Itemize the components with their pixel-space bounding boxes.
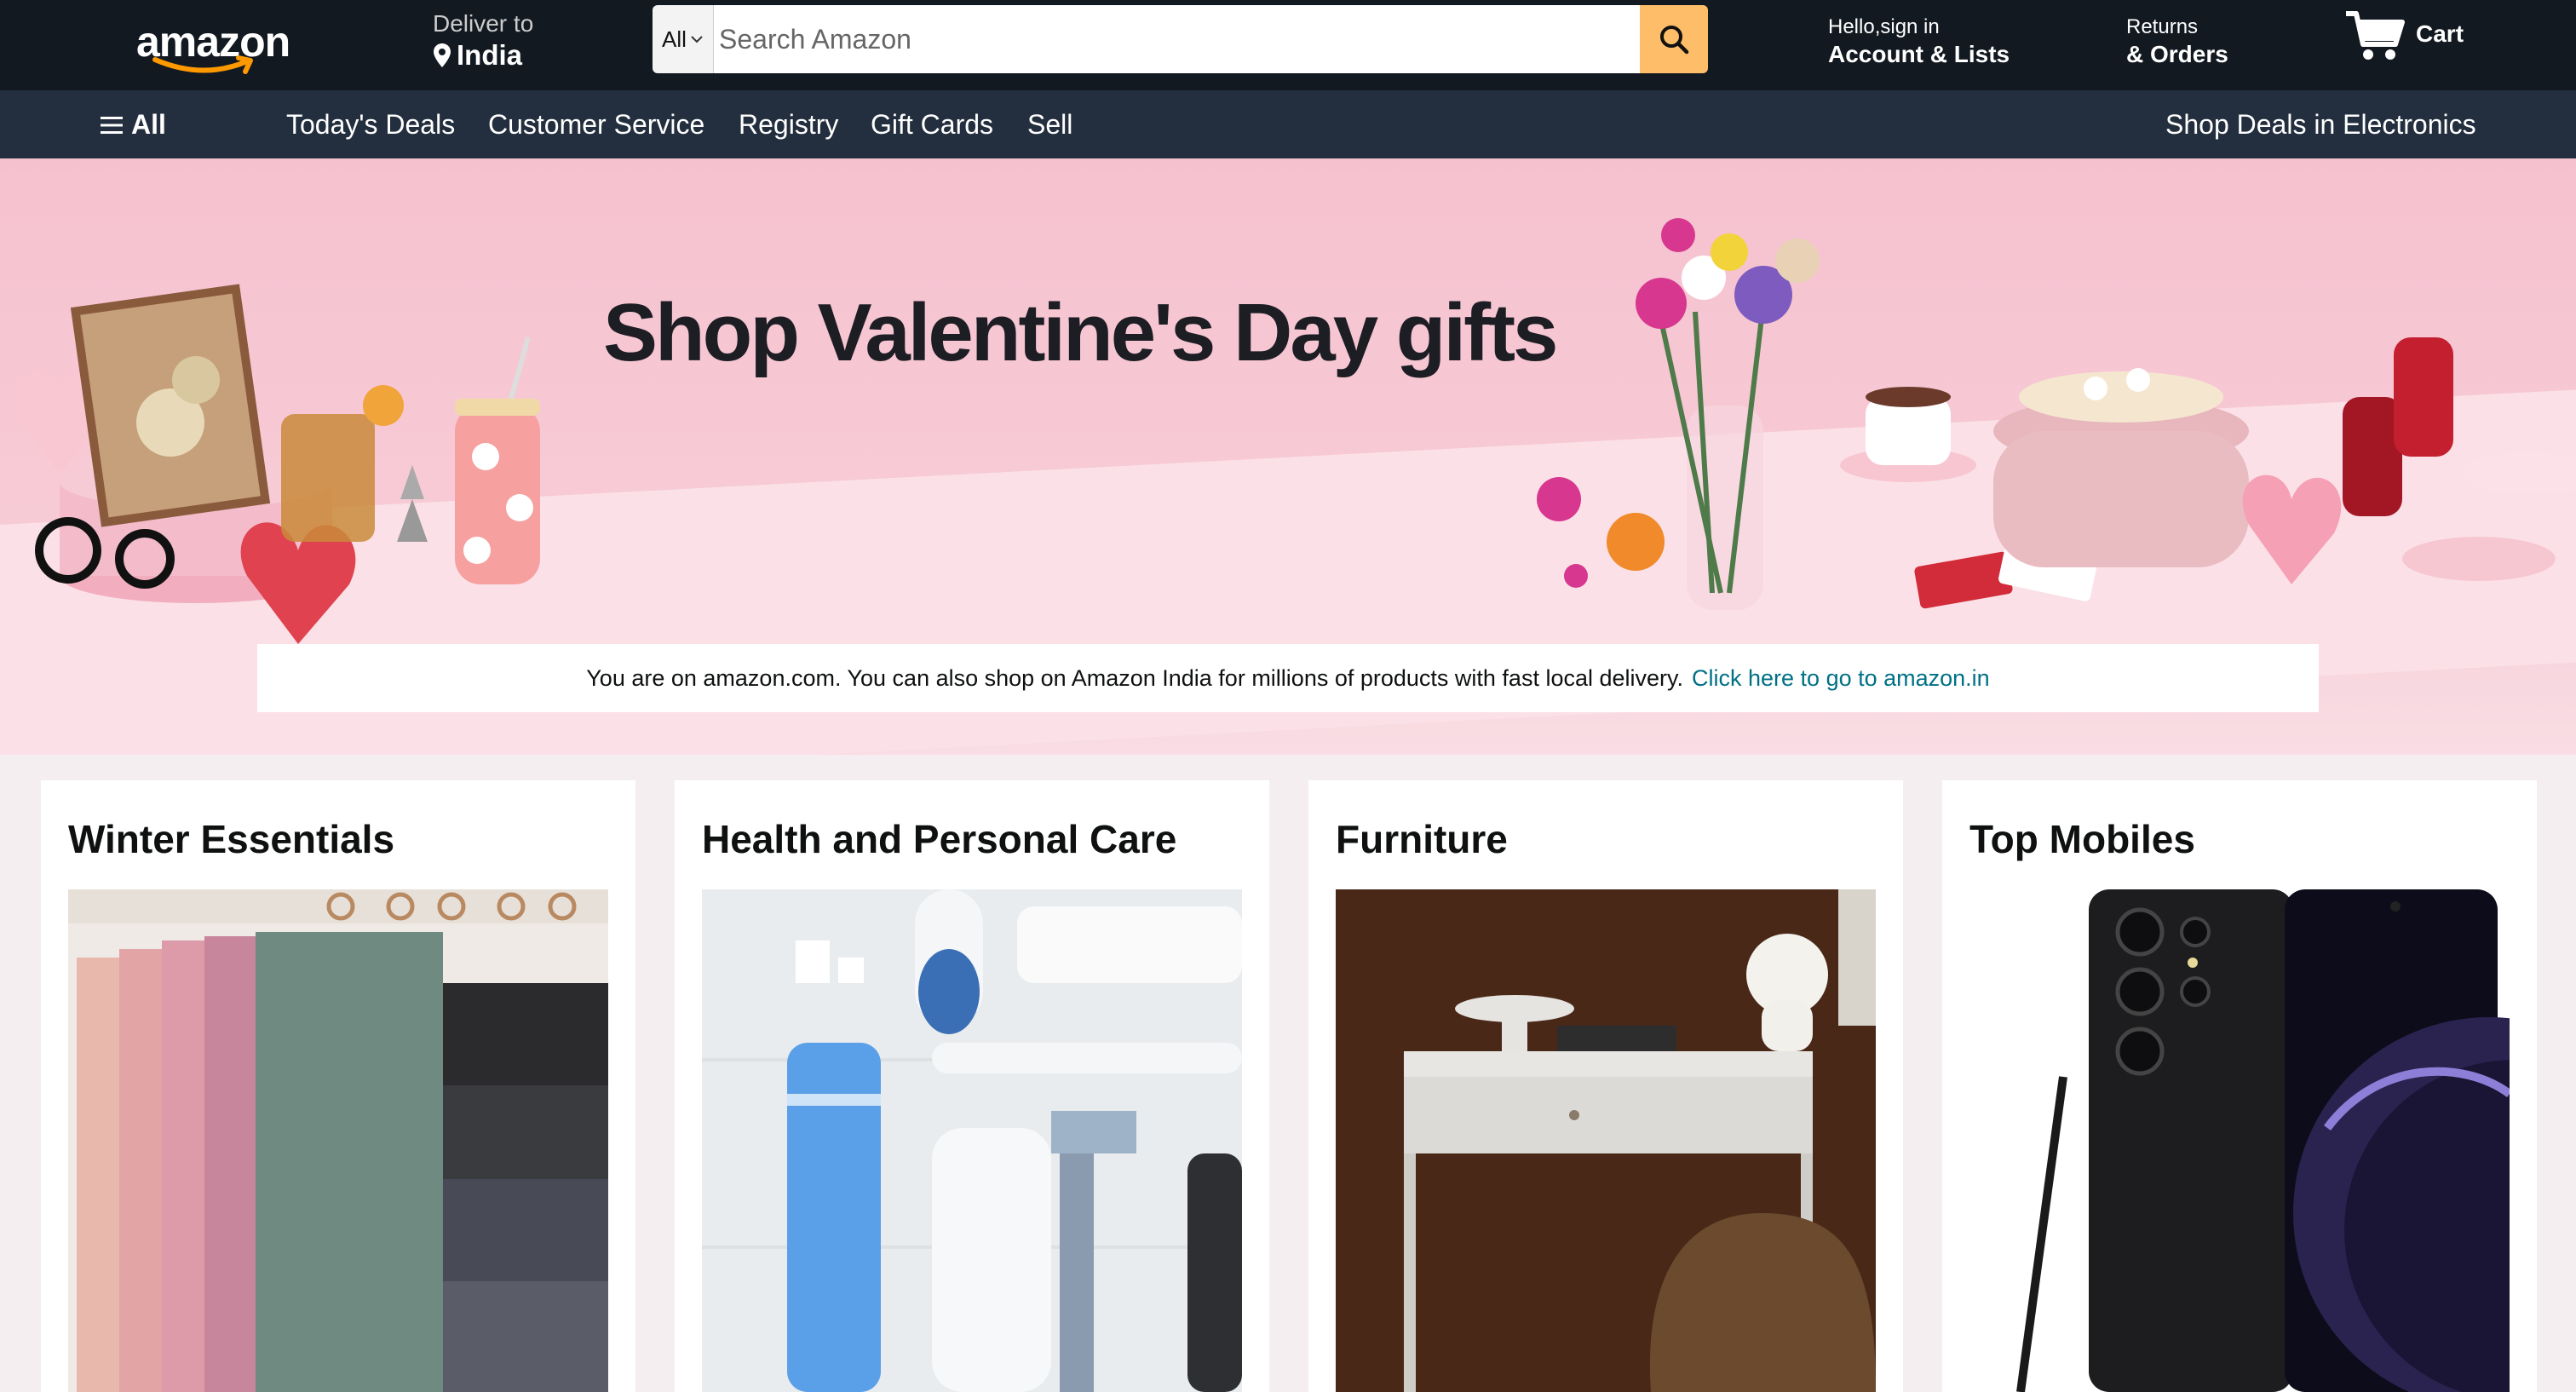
hamburger-icon — [101, 116, 123, 134]
location-pin-icon — [434, 43, 451, 67]
card-image[interactable] — [702, 889, 1242, 1392]
nav-gift-cards[interactable]: Gift Cards — [871, 109, 993, 141]
card-image[interactable] — [1336, 889, 1876, 1392]
returns-orders[interactable]: Returns & Orders — [2126, 15, 2228, 68]
search-input[interactable] — [714, 5, 1640, 73]
nav-sell[interactable]: Sell — [1027, 109, 1072, 141]
search-button[interactable] — [1640, 5, 1708, 73]
search-category-dropdown[interactable]: All — [653, 5, 714, 73]
account-greeting: Hello,sign in — [1828, 15, 1940, 38]
card-title: Winter Essentials — [68, 817, 395, 861]
search-category-label: All — [662, 26, 687, 52]
deliver-label: Deliver to — [433, 10, 534, 37]
nav-todays-deals[interactable]: Today's Deals — [286, 109, 455, 141]
returns-top: Returns — [2126, 15, 2199, 38]
cart-label: Cart — [2416, 20, 2464, 47]
nav-registry[interactable]: Registry — [739, 109, 838, 141]
hero-right-illustration — [1537, 218, 2576, 610]
card-title: Top Mobiles — [1969, 817, 2195, 861]
nav-shop-deals-electronics[interactable]: Shop Deals in Electronics — [2165, 109, 2476, 141]
account-label: Account & Lists — [1828, 41, 2010, 67]
notice-text: You are on amazon.com. You can also shop… — [586, 664, 1684, 691]
account-lists[interactable]: Hello,sign in Account & Lists — [1828, 15, 2010, 68]
search-bar: All — [653, 5, 1708, 73]
deliver-location-row: India — [433, 39, 533, 72]
top-nav: amazon Deliver to India All Search Amazo… — [0, 0, 2576, 90]
card-image[interactable] — [68, 889, 608, 1392]
deliver-to[interactable]: Deliver to India — [433, 10, 533, 72]
card-title: Furniture — [1336, 817, 1508, 861]
nav-customer-service[interactable]: Customer Service — [488, 109, 704, 141]
card-image[interactable] — [1969, 889, 2510, 1392]
card-top-mobiles[interactable]: Top Mobiles — [1942, 780, 2537, 1392]
search-icon — [1660, 26, 1689, 55]
sub-nav: All Today's Deals Customer Service Regis… — [0, 90, 2576, 158]
furniture-image — [1336, 889, 1876, 1392]
hero-banner[interactable]: Shop Valentine's Day gifts You are on am… — [0, 158, 2576, 755]
top-mobiles-image — [1969, 889, 2510, 1392]
winter-essentials-image — [68, 889, 608, 1392]
hero-left-illustration — [13, 284, 540, 644]
card-furniture[interactable]: Furniture — [1308, 780, 1903, 1392]
health-personal-care-image — [702, 889, 1242, 1392]
card-title: Health and Personal Care — [702, 817, 1177, 861]
card-health-personal-care[interactable]: Health and Personal Care — [675, 780, 1269, 1392]
all-label: All — [131, 109, 166, 140]
amazon-in-link[interactable]: Click here to go to amazon.in — [1692, 665, 1990, 692]
all-menu-button[interactable]: All — [99, 109, 166, 141]
amazon-logo[interactable]: amazon — [136, 15, 298, 75]
cart[interactable]: Cart — [2344, 9, 2464, 63]
card-winter-essentials[interactable]: Winter Essentials — [41, 780, 635, 1392]
returns-bottom: & Orders — [2126, 41, 2228, 67]
cart-icon — [2346, 11, 2405, 60]
locale-notice: You are on amazon.com. You can also shop… — [257, 644, 2319, 712]
chevron-down-icon — [691, 36, 703, 43]
deliver-location: India — [457, 39, 523, 71]
smile-arrow-icon — [152, 55, 253, 74]
